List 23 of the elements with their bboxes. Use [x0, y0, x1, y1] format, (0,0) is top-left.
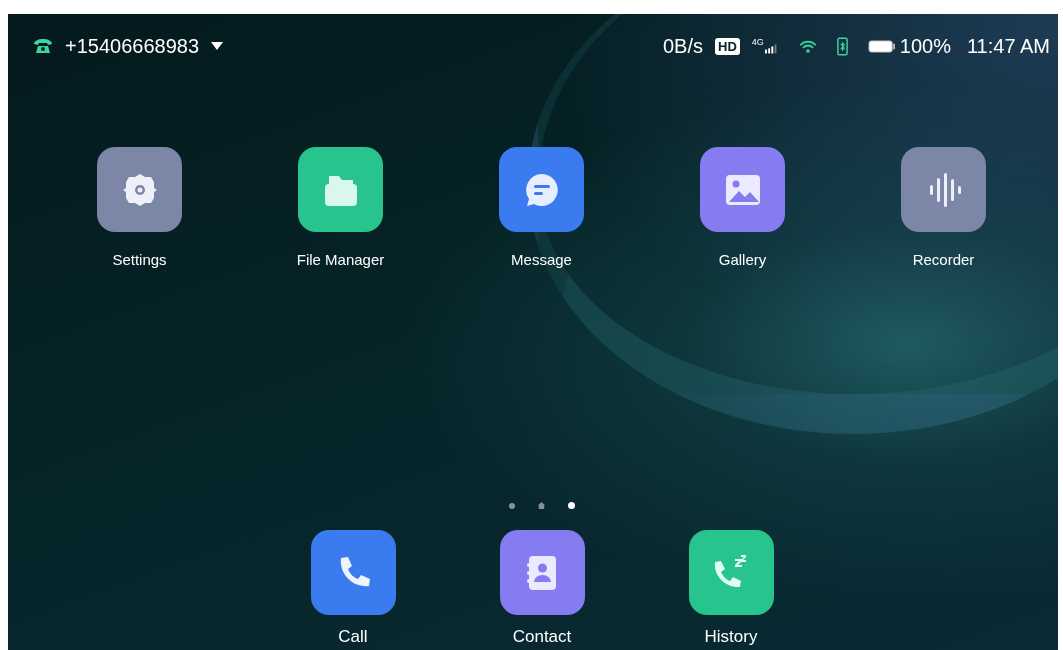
app-shortcut[interactable]: Settings: [39, 147, 240, 268]
dock-shortcut[interactable]: History: [636, 530, 826, 647]
page-dot[interactable]: [568, 502, 575, 509]
signal-bars-icon: [764, 42, 779, 55]
dock-shortcut[interactable]: Call: [258, 530, 448, 647]
clock-time: 11:47 AM: [966, 34, 1050, 58]
dock-shortcut[interactable]: Contact: [447, 530, 637, 647]
app-shortcut[interactable]: File Manager: [240, 147, 441, 268]
hd-badge: HD: [715, 37, 740, 55]
network-type-label: 4G: [751, 37, 764, 47]
dropdown-caret-icon[interactable]: [211, 42, 224, 50]
bluetooth-phone-icon: [836, 36, 848, 56]
app-shortcut[interactable]: Gallery: [642, 147, 843, 268]
telephone-icon: [33, 38, 53, 54]
app-shortcut[interactable]: Recorder: [843, 147, 1044, 268]
network-speed: 0B/s: [663, 34, 703, 58]
app-shortcut[interactable]: Message: [441, 147, 642, 268]
phone-number: +15406668983: [65, 34, 200, 58]
home-page-icon[interactable]: [537, 501, 546, 510]
battery-percent: 100%: [899, 34, 951, 58]
page-dot[interactable]: [509, 502, 515, 509]
wifi-icon: [798, 38, 817, 54]
battery-icon: [867, 39, 896, 53]
